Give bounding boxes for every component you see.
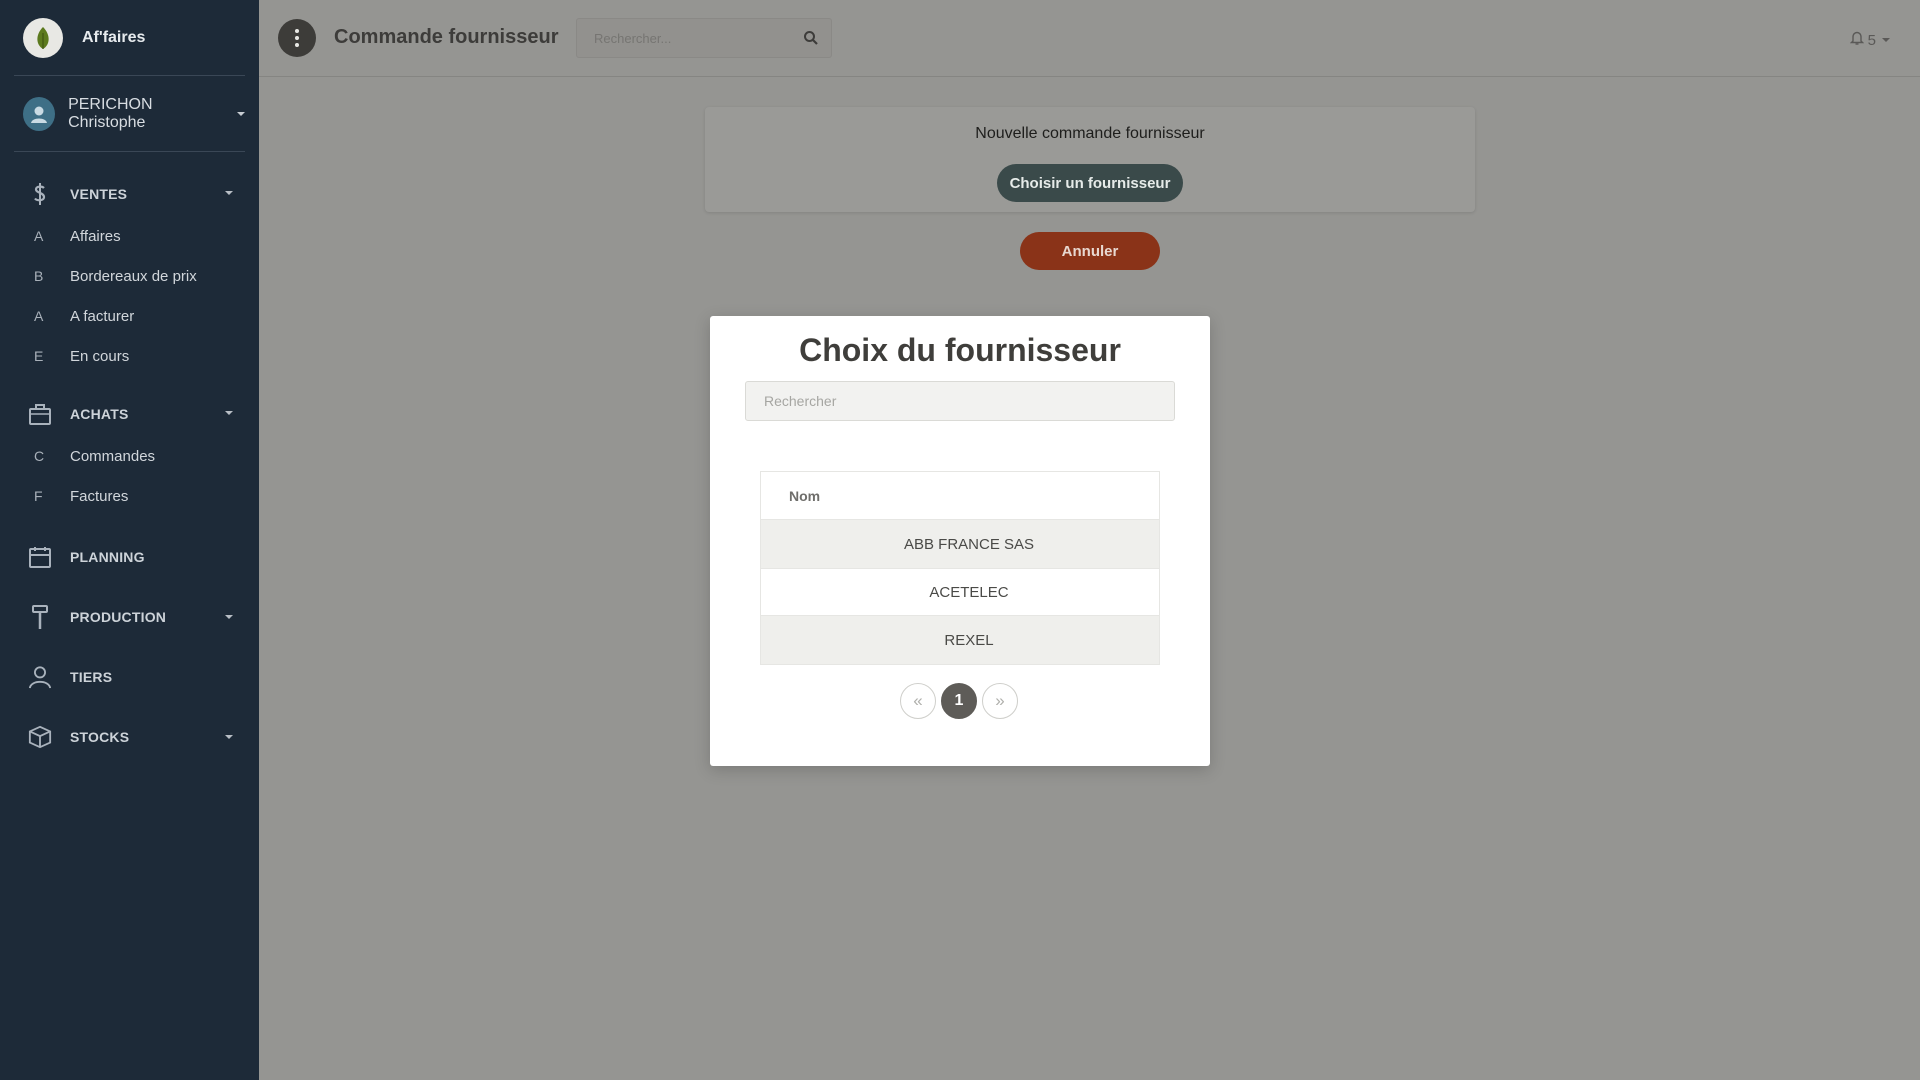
item-label: Bordereaux de prix: [70, 267, 197, 285]
sidebar-section-planning[interactable]: PLANNING: [0, 532, 259, 582]
sidebar-section-label: PLANNING: [70, 549, 145, 565]
sidebar-section-label: TIERS: [70, 669, 113, 685]
hammer-icon: [28, 604, 52, 630]
supplier-table: Nom ABB FRANCE SAS ACETELEC REXEL: [760, 471, 1160, 665]
sidebar-section-achats[interactable]: ACHATS: [0, 392, 259, 436]
sidebar-section-label: PRODUCTION: [70, 609, 167, 625]
dot: [295, 29, 299, 33]
chevron-down-icon: [225, 615, 233, 619]
item-letter: A: [34, 228, 44, 244]
sidebar-item-factures[interactable]: F Factures: [0, 476, 259, 516]
item-label: Commandes: [70, 447, 156, 465]
sidebar-item-affaires[interactable]: A Affaires: [0, 216, 259, 256]
table-row[interactable]: REXEL: [761, 616, 1159, 664]
page-title: Commande fournisseur: [334, 26, 559, 48]
search-icon[interactable]: [803, 30, 819, 46]
notifications-count: 5: [1867, 31, 1876, 49]
column-header-nom[interactable]: Nom: [761, 472, 1159, 520]
sidebar-section-tiers[interactable]: TIERS: [0, 652, 259, 702]
chevron-down-icon: [225, 191, 233, 195]
calendar-icon: [28, 544, 52, 570]
kebab-menu-button[interactable]: [278, 19, 316, 57]
dot: [295, 36, 299, 40]
user-name: PERICHON Christophe: [68, 95, 153, 131]
item-letter: B: [34, 268, 44, 284]
table-row[interactable]: ACETELEC: [761, 568, 1159, 616]
notifications-button[interactable]: 5: [1849, 30, 1890, 50]
header-search: [576, 18, 832, 58]
header-search-input[interactable]: [577, 19, 787, 57]
item-letter: C: [34, 448, 45, 464]
chevron-down-icon: [1882, 38, 1890, 42]
brand[interactable]: Af'faires: [14, 0, 245, 76]
cancel-button[interactable]: Annuler: [1020, 232, 1160, 270]
sidebar-section-label: STOCKS: [70, 729, 130, 745]
sidebar-section-label: VENTES: [70, 186, 128, 202]
user-avatar-icon: [23, 96, 56, 131]
supplier-search-input[interactable]: [745, 381, 1175, 421]
sidebar-section-production[interactable]: PRODUCTION: [0, 582, 259, 652]
person-icon: [28, 664, 52, 690]
sidebar-item-commandes[interactable]: C Commandes: [0, 436, 259, 476]
chevron-down-icon: [237, 111, 245, 116]
bell-icon: [1849, 30, 1864, 50]
pagination-next-button[interactable]: »: [982, 683, 1018, 719]
box-icon: [28, 724, 52, 750]
sidebar-section-ventes[interactable]: VENTES: [0, 172, 259, 216]
item-letter: E: [34, 348, 44, 364]
item-label: Affaires: [70, 227, 121, 245]
supplier-choice-modal: Choix du fournisseur Nom ABB FRANCE SAS …: [710, 316, 1210, 766]
item-letter: F: [34, 488, 43, 504]
modal-title: Choix du fournisseur: [799, 332, 1121, 368]
chevron-down-icon: [225, 411, 233, 415]
item-label: En cours: [70, 347, 130, 365]
sidebar-section-stocks[interactable]: STOCKS: [0, 702, 259, 772]
pagination-prev-button[interactable]: «: [900, 683, 936, 719]
pagination: « 1 »: [710, 683, 1210, 719]
dot: [295, 43, 299, 47]
top-header: Commande fournisseur 5: [259, 0, 1920, 77]
pagination-page-button[interactable]: 1: [941, 683, 977, 719]
sidebar-item-en-cours[interactable]: E En cours: [0, 336, 259, 376]
brand-name: Af'faires: [82, 28, 146, 46]
choose-supplier-button[interactable]: Choisir un fournisseur: [997, 164, 1183, 202]
item-label: Factures: [70, 487, 129, 505]
sidebar-item-a-facturer[interactable]: A A facturer: [0, 296, 259, 336]
sidebar: Af'faires PERICHON Christophe VENTES A A…: [0, 0, 259, 1080]
table-row[interactable]: ABB FRANCE SAS: [761, 520, 1159, 568]
sidebar-nav: VENTES A Affaires B Bordereaux de prix A…: [0, 152, 259, 772]
user-menu[interactable]: PERICHON Christophe: [14, 76, 245, 152]
sidebar-item-bordereaux[interactable]: B Bordereaux de prix: [0, 256, 259, 296]
basket-icon: [28, 401, 52, 427]
sidebar-section-label: ACHATS: [70, 406, 129, 422]
leaf-logo-icon: [23, 17, 63, 58]
card-title: Nouvelle commande fournisseur: [975, 125, 1205, 142]
chevron-down-icon: [225, 735, 233, 739]
new-order-card: Nouvelle commande fournisseur Choisir un…: [705, 107, 1475, 212]
item-label: A facturer: [70, 307, 135, 325]
item-letter: A: [34, 308, 44, 324]
dollar-icon: [28, 181, 52, 207]
